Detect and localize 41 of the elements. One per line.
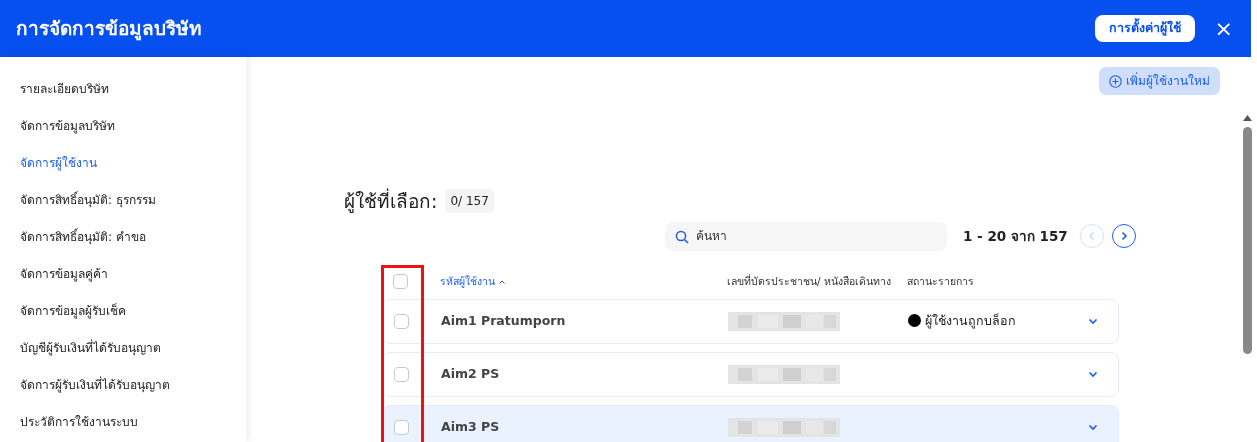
search-field[interactable]: ค้นหา bbox=[665, 221, 947, 251]
user-settings-button[interactable]: การตั้งค่าผู้ใช้ bbox=[1094, 15, 1195, 42]
table-row[interactable]: Aim3 PS bbox=[382, 404, 1119, 442]
table-row[interactable]: Aim1 Pratumporn ผู้ใช้งานถูกบล็อก bbox=[382, 298, 1119, 344]
table-row[interactable]: Aim2 PS bbox=[382, 351, 1119, 397]
scroll-up-icon bbox=[1242, 115, 1252, 121]
search-icon bbox=[675, 229, 689, 244]
checkbox[interactable] bbox=[394, 313, 409, 329]
table-cell-text: Aim1 Pratumporn bbox=[440, 311, 567, 330]
sidebar-item[interactable]: จัดการสิทธิ์อนุมัติ: ธุรกรรม bbox=[0, 182, 246, 219]
sidebar-item[interactable]: จัดการข้อมูลคู่ค้า bbox=[0, 256, 246, 293]
chevron-left-icon bbox=[1087, 231, 1096, 241]
plus-circle-icon bbox=[1109, 74, 1122, 88]
selected-count: 0/ 157 bbox=[445, 189, 494, 214]
column-header: เลขที่บัตรประชาชน/ หนังสือเดินทาง bbox=[727, 273, 891, 289]
checkbox[interactable] bbox=[394, 366, 409, 382]
chevron-down-icon[interactable] bbox=[1088, 371, 1098, 378]
sidebar-item[interactable]: จัดการผู้รับเงินที่ได้รับอนุญาต bbox=[0, 367, 246, 404]
dialog-title: การจัดการข้อมูลบริษัท bbox=[16, 16, 202, 43]
selected-users-label: ผู้ใช้ที่เลือก: bbox=[344, 187, 438, 215]
add-user-button[interactable]: เพิ่มผู้ใช้งานใหม่ bbox=[1099, 67, 1220, 95]
page-range: 1 - 20 จาก 157 bbox=[963, 226, 1068, 246]
sidebar-item[interactable]: จัดการข้อมูลบริษัท bbox=[0, 108, 246, 145]
checkbox[interactable] bbox=[394, 419, 409, 435]
chevron-down-icon[interactable] bbox=[1088, 318, 1098, 325]
sidebar-item[interactable]: รายละเอียดบริษัท bbox=[0, 71, 246, 108]
sidebar-item[interactable]: บัญชีผู้รับเงินที่ได้รับอนุญาต bbox=[0, 330, 246, 367]
table-cell-text: Aim3 PS bbox=[440, 417, 501, 436]
sidebar-item[interactable]: จัดการผู้ใช้งาน bbox=[0, 145, 246, 182]
sidebar-item[interactable]: จัดการสิทธิ์อนุมัติ: คำขอ bbox=[0, 219, 246, 256]
table-cell-text: Aim2 PS bbox=[440, 364, 501, 383]
sidebar-item[interactable]: ประวัติการใช้งานระบบ bbox=[0, 404, 246, 441]
column-header[interactable]: รหัสผู้ใช้งาน bbox=[422, 273, 495, 290]
next-page-button[interactable] bbox=[1111, 224, 1136, 248]
checkbox[interactable] bbox=[393, 274, 408, 289]
table-cell: ผู้ใช้งานถูกบล็อก bbox=[925, 312, 1016, 328]
close-button[interactable]: × bbox=[1210, 17, 1237, 40]
sidebar-item[interactable]: จัดการข้อมูลผู้รับเช็ค bbox=[0, 293, 246, 330]
chevron-down-icon[interactable] bbox=[1088, 424, 1098, 431]
chevron-right-icon bbox=[1119, 231, 1128, 241]
column-header: สถานะรายการ bbox=[907, 273, 974, 289]
